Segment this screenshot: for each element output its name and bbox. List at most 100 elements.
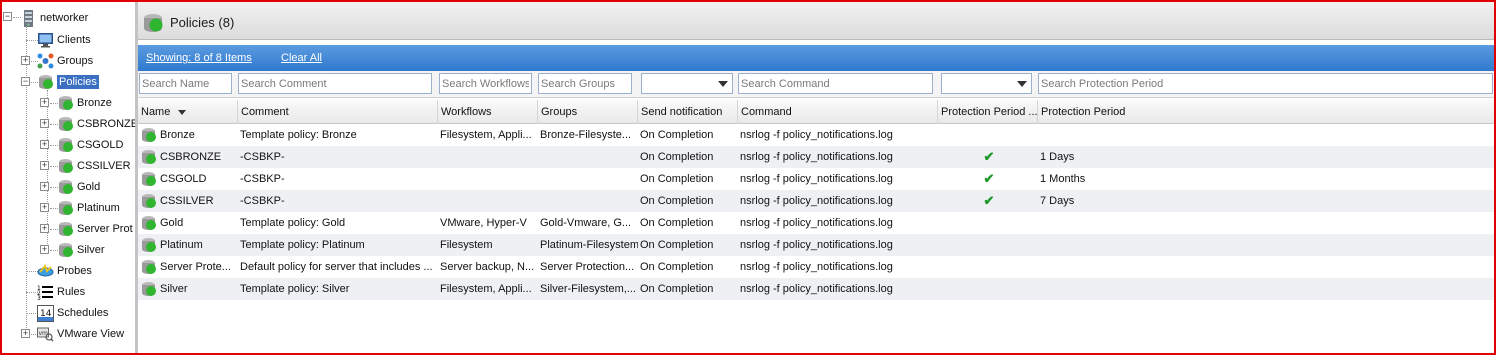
expand-toggle-policy[interactable]: +: [40, 119, 49, 128]
policy-icon: [57, 95, 74, 111]
tree-policy-item[interactable]: CSBRONZE: [57, 114, 138, 134]
cell-command: nsrlog -f policy_notifications.log: [740, 217, 893, 229]
tree-item-label: Groups: [57, 55, 94, 67]
expand-toggle-policy[interactable]: +: [40, 182, 49, 191]
cell-protection-period: 1 Months: [1040, 173, 1086, 185]
table-row[interactable]: CSGOLD -CSBKP- On Completion nsrlog -f p…: [138, 168, 1494, 190]
checkmark-icon: ✔: [983, 149, 995, 164]
cell-comment: Template policy: Bronze: [240, 129, 357, 141]
tree-policy-item[interactable]: Bronze: [57, 93, 112, 113]
send-notification-select[interactable]: [641, 73, 733, 94]
search-comment-input[interactable]: [238, 73, 432, 94]
collapse-toggle-root[interactable]: −: [3, 12, 12, 21]
tree-policy-item[interactable]: Platinum: [57, 198, 120, 218]
cell-groups: Platinum-Filesystem: [540, 239, 638, 251]
search-workflows-input[interactable]: [439, 73, 532, 94]
results-toolbar: Showing: 8 of 8 Items Clear All: [138, 45, 1494, 71]
clear-all-link[interactable]: Clear All: [281, 52, 322, 64]
cell-protection-period: 7 Days: [1040, 195, 1075, 207]
expand-toggle-policy[interactable]: +: [40, 161, 49, 170]
table-row[interactable]: CSSILVER -CSBKP- On Completion nsrlog -f…: [138, 190, 1494, 212]
table-row[interactable]: Platinum Template policy: Platinum Files…: [138, 234, 1494, 256]
tree-policy-label: Silver: [77, 244, 105, 256]
expand-toggle-policy[interactable]: +: [40, 224, 49, 233]
tree-item-rules[interactable]: 123 Rules: [37, 282, 85, 302]
search-groups-input[interactable]: [538, 73, 632, 94]
column-header-command[interactable]: Command: [738, 100, 938, 124]
expand-toggle-policy[interactable]: +: [40, 98, 49, 107]
cell-protection-flag: [938, 212, 1038, 234]
tree-policy-label: Gold: [77, 181, 101, 193]
column-header-groups[interactable]: Groups: [538, 100, 638, 124]
cell-send-notification: On Completion: [640, 261, 714, 273]
expand-toggle-policy[interactable]: +: [40, 245, 49, 254]
search-protection-period-input[interactable]: [1038, 73, 1493, 94]
search-name-input[interactable]: [139, 73, 232, 94]
table-row[interactable]: Bronze Template policy: Bronze Filesyste…: [138, 124, 1494, 146]
tree-item-policies[interactable]: Policies: [37, 72, 99, 92]
column-header-name[interactable]: Name: [138, 100, 238, 124]
table-row[interactable]: Gold Template policy: Gold VMware, Hyper…: [138, 212, 1494, 234]
table-row[interactable]: Silver Template policy: Silver Filesyste…: [138, 278, 1494, 300]
vmware-icon: vm: [37, 326, 54, 342]
cell-protection-flag: ✔: [938, 168, 1038, 190]
tree-item-clients[interactable]: Clients: [37, 30, 91, 50]
expand-toggle-policy[interactable]: +: [40, 203, 49, 212]
column-header-comment[interactable]: Comment: [238, 100, 438, 124]
collapse-toggle-policies[interactable]: −: [21, 77, 30, 86]
cell-comment: Template policy: Silver: [240, 283, 350, 295]
policy-icon: [57, 200, 74, 216]
cell-name: Platinum: [160, 239, 203, 251]
protection-period-select[interactable]: [941, 73, 1032, 94]
policy-icon: [142, 13, 164, 33]
tree-item-probes[interactable]: Probes: [37, 261, 92, 281]
cell-workflows: Filesystem: [440, 239, 493, 251]
cell-name: CSGOLD: [160, 173, 207, 185]
tree-item-label: VMware View: [57, 328, 125, 340]
expand-toggle-groups[interactable]: +: [21, 56, 30, 65]
showing-items-link[interactable]: Showing: 8 of 8 Items: [146, 52, 252, 64]
column-header-protection-period-flag[interactable]: Protection Period ...: [938, 100, 1038, 124]
column-header-protection-period[interactable]: Protection Period: [1038, 100, 1494, 124]
expand-toggle-policy[interactable]: +: [40, 140, 49, 149]
expand-toggle-vmware[interactable]: +: [21, 329, 30, 338]
cell-comment: -CSBKP-: [240, 173, 285, 185]
cell-workflows: Filesystem, Appli...: [440, 129, 532, 141]
cell-command: nsrlog -f policy_notifications.log: [740, 261, 893, 273]
tree-policy-item[interactable]: Silver: [57, 240, 105, 260]
policy-icon: [57, 221, 74, 237]
column-header-send-notification[interactable]: Send notification: [638, 100, 738, 124]
tree-policy-item[interactable]: CSGOLD: [57, 135, 123, 155]
cell-comment: Default policy for server that includes …: [240, 261, 433, 273]
tree-policy-item[interactable]: Server Prot: [57, 219, 133, 239]
cell-command: nsrlog -f policy_notifications.log: [740, 195, 893, 207]
tree-item-schedules[interactable]: 14 Schedules: [37, 303, 108, 323]
tree-policy-item[interactable]: Gold: [57, 177, 100, 197]
checkmark-icon: ✔: [983, 171, 995, 186]
tree-item-label: Probes: [57, 265, 92, 277]
cell-workflows: [438, 146, 538, 168]
cell-groups: Silver-Filesystem,...: [540, 283, 636, 295]
cell-comment: Template policy: Gold: [240, 217, 346, 229]
cell-command: nsrlog -f policy_notifications.log: [740, 129, 893, 141]
cell-protection-period: [1038, 234, 1238, 256]
cell-protection-period: [1038, 212, 1238, 234]
cell-name: Silver: [160, 283, 188, 295]
cell-command: nsrlog -f policy_notifications.log: [740, 173, 893, 185]
tree-item-vmware-view[interactable]: vm VMware View: [37, 324, 124, 344]
cell-protection-period: [1038, 124, 1238, 146]
cell-groups: Server Protection...: [540, 261, 635, 273]
tree-policy-label: CSGOLD: [77, 139, 124, 151]
tree-policy-label: Bronze: [77, 97, 112, 109]
cell-name: Bronze: [160, 129, 195, 141]
tree-policy-item[interactable]: CSSILVER: [57, 156, 131, 176]
tree-item-groups[interactable]: Groups: [37, 51, 93, 71]
cell-protection-period: 1 Days: [1040, 151, 1075, 163]
policy-icon: [57, 158, 74, 174]
cell-groups: Bronze-Filesyste...: [540, 129, 632, 141]
search-command-input[interactable]: [738, 73, 933, 94]
table-row[interactable]: Server Prote... Default policy for serve…: [138, 256, 1494, 278]
tree-root-networker[interactable]: networker: [20, 8, 88, 28]
column-header-workflows[interactable]: Workflows: [438, 100, 538, 124]
table-row[interactable]: CSBRONZE -CSBKP- On Completion nsrlog -f…: [138, 146, 1494, 168]
